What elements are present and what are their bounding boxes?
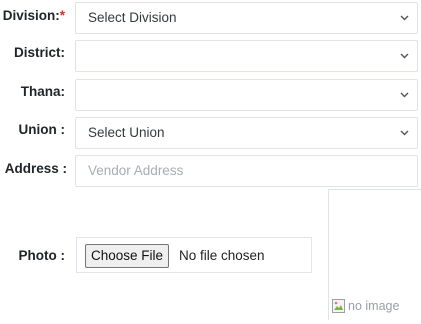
chevron-down-icon — [400, 41, 409, 59]
thana-select[interactable] — [75, 79, 418, 111]
chevron-down-icon — [400, 118, 409, 136]
address-label: Address : — [4, 161, 67, 176]
address-input-placeholder: Vendor Address — [88, 163, 184, 178]
file-status-text: No file chosen — [179, 248, 265, 263]
union-label: Union : — [18, 122, 66, 137]
district-select[interactable] — [75, 40, 418, 72]
division-label: Division:* — [3, 8, 65, 23]
address-input[interactable]: Vendor Address — [75, 155, 418, 187]
division-label-text: Division: — [2, 8, 60, 23]
broken-image: no image — [331, 298, 399, 314]
district-label: District: — [13, 45, 65, 60]
division-select-value: Select Division — [88, 10, 177, 25]
photo-label: Photo : — [18, 248, 66, 263]
photo-file-input[interactable]: Choose File No file chosen — [76, 237, 312, 273]
broken-image-icon — [331, 298, 347, 314]
union-select-value: Select Union — [88, 125, 165, 140]
chevron-down-icon — [400, 80, 409, 98]
photo-preview: no image — [328, 189, 421, 320]
choose-file-button[interactable]: Choose File — [85, 244, 170, 268]
union-select[interactable]: Select Union — [75, 117, 418, 149]
required-asterisk: * — [59, 8, 65, 23]
thana-label: Thana: — [20, 84, 65, 99]
division-select[interactable]: Select Division — [75, 2, 418, 34]
preview-alt-text: no image — [348, 299, 400, 313]
chevron-down-icon — [400, 3, 409, 21]
